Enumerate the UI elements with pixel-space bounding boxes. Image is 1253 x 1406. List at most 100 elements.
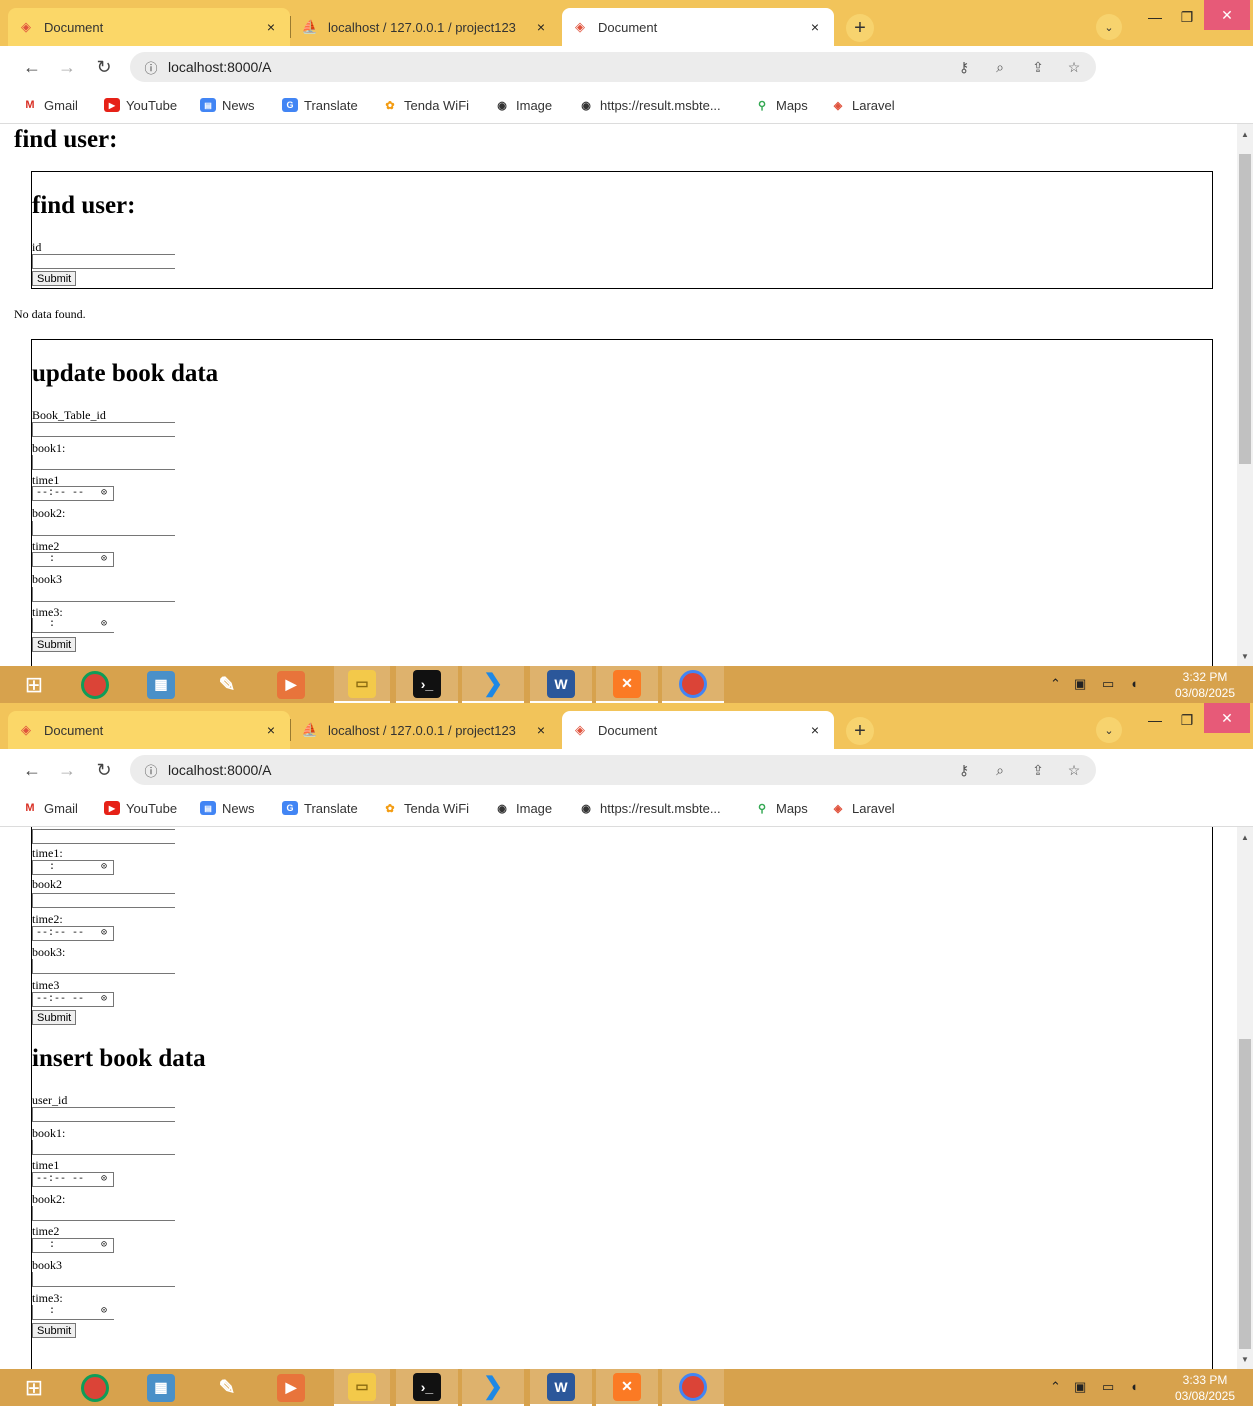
paint-icon[interactable]: ✎ [202, 1369, 252, 1406]
clock-icon[interactable]: ⊙ [101, 553, 107, 565]
clock-icon[interactable]: ⊙ [101, 927, 107, 939]
reload-icon[interactable]: ↻ [92, 758, 116, 782]
time3-input[interactable]: --:-- -- ⊙ [32, 992, 114, 1007]
tab-document-active[interactable]: ◈ Document × [562, 711, 834, 749]
tab-close-icon[interactable]: × [532, 722, 550, 738]
star-icon[interactable]: ☆ [1064, 761, 1084, 779]
time3-input[interactable]: : ⊙ [32, 618, 114, 633]
vertical-scrollbar[interactable]: ▲ ▼ [1237, 124, 1253, 666]
clock-icon[interactable]: ⊙ [101, 618, 107, 630]
scroll-down-icon[interactable]: ▼ [1237, 1351, 1253, 1367]
submit-button[interactable]: Submit [32, 637, 77, 652]
book3-input[interactable] [32, 1272, 175, 1287]
bookmark-news[interactable]: ▤ News [200, 96, 255, 114]
book2-input[interactable] [32, 521, 175, 536]
key-icon[interactable]: ⚷ [954, 58, 974, 76]
file-explorer-icon[interactable]: ▭ [334, 1369, 390, 1406]
chrome-profile-icon[interactable] [662, 1369, 724, 1406]
bookmark-image[interactable]: ◉ Image [494, 96, 552, 114]
taskbar-clock[interactable]: 3:33 PM 03/08/2025 [1160, 1372, 1250, 1404]
bookmark-laravel[interactable]: ◈ Laravel [830, 96, 895, 114]
info-icon[interactable]: ⓘ [142, 761, 160, 779]
bookmark-translate[interactable]: G Translate [282, 799, 358, 817]
scroll-up-icon[interactable]: ▲ [1237, 126, 1253, 142]
tab-close-icon[interactable]: × [262, 19, 280, 35]
bookmark-msbte[interactable]: ◉ https://result.msbte... [578, 799, 720, 817]
user-id-input[interactable] [32, 1107, 175, 1122]
window-close-icon[interactable]: ✕ [1204, 703, 1250, 733]
volume-icon[interactable]: ◖ [1130, 1379, 1138, 1394]
tab-close-icon[interactable]: × [806, 722, 824, 738]
url-text[interactable]: localhost:8000/A [168, 59, 272, 75]
battery-icon[interactable]: ▭ [1102, 676, 1114, 692]
tab-close-icon[interactable]: × [532, 19, 550, 35]
bookmark-translate[interactable]: G Translate [282, 96, 358, 114]
bookmark-tenda-wifi[interactable]: ✿ Tenda WiFi [382, 96, 469, 114]
tab-document-active[interactable]: ◈ Document × [562, 8, 834, 46]
reload-icon[interactable]: ↻ [92, 55, 116, 79]
file-explorer-icon[interactable]: ▭ [334, 666, 390, 703]
media-player-icon[interactable]: ▶ [266, 666, 316, 703]
terminal-icon[interactable]: ›_ [396, 666, 458, 703]
bookmark-image[interactable]: ◉ Image [494, 799, 552, 817]
submit-button[interactable]: Submit [32, 1323, 77, 1338]
scroll-thumb[interactable] [1239, 154, 1251, 464]
chrome-taskbar-icon[interactable] [70, 1369, 120, 1406]
clock-icon[interactable]: ⊙ [101, 1305, 107, 1317]
tab-phpmyadmin[interactable]: ⛵ localhost / 127.0.0.1 / project123 × [292, 711, 560, 749]
book2-input[interactable] [32, 1206, 175, 1221]
scroll-up-icon[interactable]: ▲ [1237, 829, 1253, 845]
tab-close-icon[interactable]: × [262, 722, 280, 738]
bookmark-gmail[interactable]: M Gmail [22, 799, 78, 817]
book-table-id-input[interactable] [32, 422, 175, 437]
key-icon[interactable]: ⚷ [954, 761, 974, 779]
clock-icon[interactable]: ⊙ [101, 861, 107, 873]
vertical-scrollbar[interactable]: ▲ ▼ [1237, 827, 1253, 1369]
windows-start-icon[interactable]: ⊞ [14, 666, 54, 703]
share-icon[interactable]: ⇪ [1028, 58, 1048, 76]
media-player-icon[interactable]: ▶ [266, 1369, 316, 1406]
xampp-icon[interactable]: ✕ [596, 666, 658, 703]
id-input[interactable] [32, 254, 175, 269]
bookmark-news[interactable]: ▤ News [200, 799, 255, 817]
tab-search-button[interactable]: ⌄ [1096, 717, 1122, 743]
tab-search-button[interactable]: ⌄ [1096, 14, 1122, 40]
bookmark-maps[interactable]: ⚲ Maps [754, 96, 808, 114]
scroll-thumb[interactable] [1239, 1039, 1251, 1349]
bookmark-youtube[interactable]: ▶ YouTube [104, 799, 177, 817]
zoom-icon[interactable]: ⌕ [990, 761, 1010, 779]
time3-input[interactable]: : ⊙ [32, 1305, 114, 1320]
time2-input[interactable]: : ⊙ [32, 1238, 114, 1253]
time1-input[interactable]: --:-- -- ⊙ [32, 1172, 114, 1187]
back-arrow-icon[interactable]: ← [20, 758, 44, 782]
zoom-icon[interactable]: ⌕ [990, 58, 1010, 76]
word-icon[interactable]: W [530, 1369, 592, 1406]
minimize-icon[interactable]: — [1140, 4, 1170, 30]
time1-input[interactable]: : ⊙ [32, 860, 114, 875]
tab-document-1[interactable]: ◈ Document × [8, 711, 290, 749]
back-arrow-icon[interactable]: ← [20, 55, 44, 79]
bookmark-laravel[interactable]: ◈ Laravel [830, 799, 895, 817]
clock-icon[interactable]: ⊙ [101, 1239, 107, 1251]
chrome-taskbar-icon[interactable] [70, 666, 120, 703]
tab-document-1[interactable]: ◈ Document × [8, 8, 290, 46]
forward-arrow-icon[interactable]: → [55, 758, 79, 782]
book2-input[interactable] [32, 893, 175, 908]
minimize-icon[interactable]: — [1140, 707, 1170, 733]
taskbar-clock[interactable]: 3:32 PM 03/08/2025 [1160, 669, 1250, 701]
address-bar[interactable]: ⓘ localhost:8000/A ⚷ ⌕ ⇪ ☆ [130, 755, 1096, 785]
chrome-profile-icon[interactable] [662, 666, 724, 703]
control-panel-icon[interactable]: ▦ [136, 666, 186, 703]
time2-input[interactable]: : ⊙ [32, 552, 114, 567]
control-panel-icon[interactable]: ▦ [136, 1369, 186, 1406]
bookmark-tenda-wifi[interactable]: ✿ Tenda WiFi [382, 799, 469, 817]
forward-arrow-icon[interactable]: → [55, 55, 79, 79]
maximize-icon[interactable]: ❐ [1172, 4, 1202, 30]
word-icon[interactable]: W [530, 666, 592, 703]
maximize-icon[interactable]: ❐ [1172, 707, 1202, 733]
new-tab-button[interactable]: + [846, 717, 874, 745]
paint-icon[interactable]: ✎ [202, 666, 252, 703]
tab-close-icon[interactable]: × [806, 19, 824, 35]
vscode-icon[interactable]: ❯ [462, 666, 524, 703]
vscode-icon[interactable]: ❯ [462, 1369, 524, 1406]
